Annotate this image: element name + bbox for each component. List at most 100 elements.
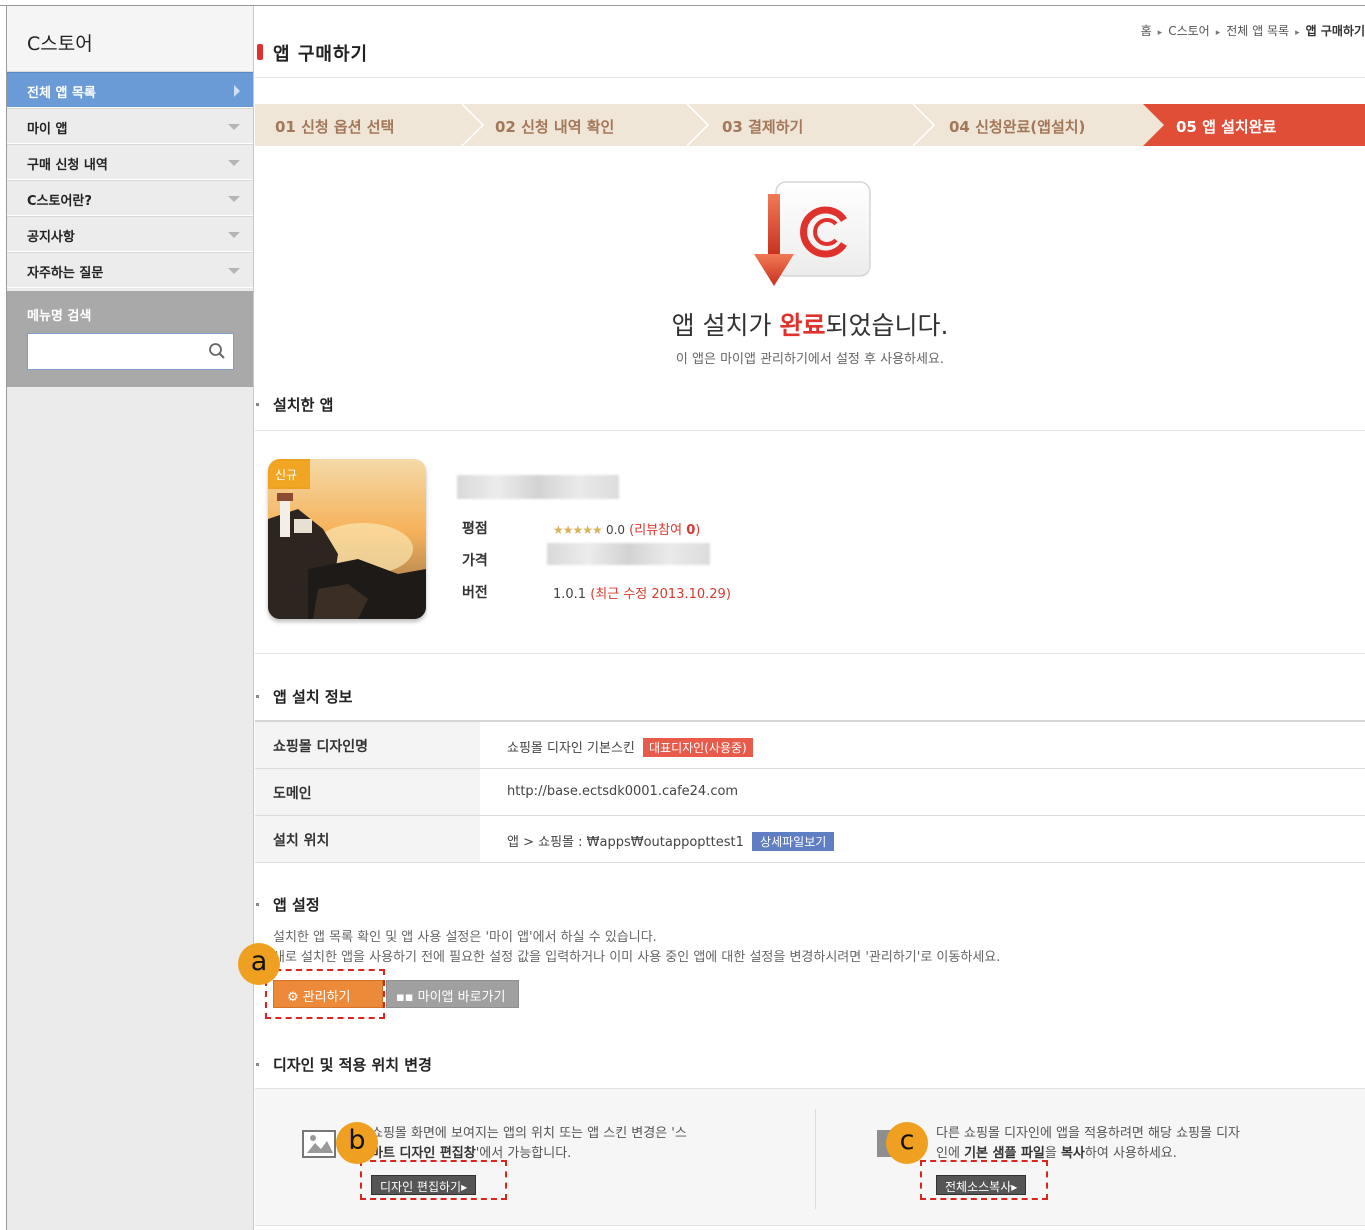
panel-divider	[815, 1109, 816, 1209]
breadcrumb: 홈 ▸ C스토어 ▸ 전체 앱 목록 ▸ 앱 구매하기	[1141, 22, 1365, 39]
step-2: 02 신청 내역 확인	[495, 118, 615, 136]
source-copy-text-pre: 인에	[936, 1146, 965, 1161]
view-file-detail-button[interactable]: 상세파일보기	[752, 832, 835, 851]
breadcrumb-home[interactable]: 홈	[1141, 24, 1152, 38]
chevron-down-icon	[228, 232, 240, 238]
section-app-settings: 앱 설정	[256, 896, 320, 914]
main-content: 앱 구매하기 홈 ▸ C스토어 ▸ 전체 앱 목록 ▸ 앱 구매하기 01 신청 옵션 선택…	[238, 6, 1365, 1230]
status-badge: 대표디자인(사용중)	[643, 738, 753, 757]
annotation-badge-a: a	[238, 943, 280, 985]
review-count-link[interactable]: (리뷰참여 0)	[629, 523, 700, 538]
breadcrumb-current: 앱 구매하기	[1305, 24, 1365, 38]
sidebar-item-notice[interactable]: 공지사항	[7, 216, 253, 252]
sidebar-item-label: 마이 앱	[27, 122, 68, 137]
rating-stars-icon: ★★★★★	[553, 523, 603, 537]
settings-desc-line1: 설치한 앱 목록 확인 및 앱 사용 설정은 '마이 앱'에서 하실 수 있습니…	[273, 930, 657, 945]
design-change-panel: 쇼핑몰 화면에 보여지는 앱의 위치 또는 앱 스킨 변경은 '스 마트 디자인…	[255, 1088, 1365, 1226]
title-marker	[257, 44, 263, 60]
sidebar-item-faq[interactable]: 자주하는 질문	[7, 252, 253, 288]
source-copy-text-line1: 다른 쇼핑몰 디자인에 앱을 적용하려면 해당 쇼핑몰 디자	[936, 1126, 1241, 1141]
sidebar-item-label: C스토어란?	[27, 194, 92, 209]
breadcrumb-all-apps[interactable]: 전체 앱 목록	[1226, 24, 1289, 38]
price-label: 가격	[462, 553, 488, 569]
sidebar-item-label: 자주하는 질문	[27, 266, 104, 281]
install-info-table: 쇼핑몰 디자인명 쇼핑몰 디자인 기본스킨 대표디자인(사용중) 도메인 htt…	[255, 720, 1365, 863]
design-edit-text: 쇼핑몰 화면에 보여지는 앱의 위치 또는 앱 스킨 변경은 '스 마트 디자인…	[371, 1124, 687, 1164]
highlight-box-a	[265, 969, 385, 1019]
settings-description: 설치한 앱 목록 확인 및 앱 사용 설정은 '마이 앱'에서 하실 수 있습니…	[273, 928, 1000, 968]
grid-icon: ▪▪	[396, 990, 414, 1005]
new-badge: 신규	[270, 461, 310, 487]
source-copy-text-bold2: 복사	[1060, 1146, 1085, 1161]
myapp-button-label: 마이앱 바로가기	[417, 990, 506, 1005]
version-updated: (최근 수정 2013.10.29)	[590, 587, 731, 602]
step-5-current: 05 앱 설치완료	[1176, 118, 1277, 136]
divider	[255, 653, 1365, 654]
source-copy-text: 다른 쇼핑몰 디자인에 앱을 적용하려면 해당 쇼핑몰 디자 인에 기본 샘플 …	[936, 1124, 1240, 1164]
row-value: 쇼핑몰 디자인 기본스킨 대표디자인(사용중)	[507, 737, 753, 757]
step-4: 04 신청완료(앱설치)	[949, 118, 1086, 136]
annotation-badge-c: c	[886, 1122, 928, 1164]
design-edit-text-bold: 마트 디자인 편집창	[371, 1146, 476, 1161]
install-complete-icon	[754, 181, 871, 286]
sidebar-item-label: 구매 신청 내역	[27, 158, 108, 173]
table-row: 설치 위치 앱 > 쇼핑몰 : ₩apps₩outappopttest1 상세파…	[255, 816, 1365, 863]
sidebar-title[interactable]: C스토어	[7, 6, 253, 72]
sidebar: C스토어 전체 앱 목록 마이 앱 구매 신청 내역 C스토어란? 공지사항 자…	[7, 6, 254, 1230]
section-design-change: 디자인 및 적용 위치 변경	[256, 1056, 432, 1074]
rating-number: 0.0	[605, 523, 626, 537]
app-thumbnail[interactable]: 신규	[268, 459, 426, 619]
chevron-down-icon	[228, 268, 240, 274]
row-label: 도메인	[255, 769, 480, 815]
chevron-down-icon	[228, 124, 240, 130]
highlight-box-b	[360, 1160, 507, 1200]
menu-search-label: 메뉴명 검색	[27, 309, 92, 324]
chevron-down-icon	[228, 160, 240, 166]
review-close: )	[695, 523, 701, 538]
purchase-steps: 01 신청 옵션 선택 02 신청 내역 확인 03 결제하기 04 신청완료(…	[255, 104, 1365, 146]
version-value: 1.0.1 (최근 수정 2013.10.29)	[553, 583, 731, 602]
page-title: 앱 구매하기	[273, 44, 369, 65]
install-path: 앱 > 쇼핑몰 : ₩apps₩outappopttest1	[507, 835, 744, 850]
breadcrumb-separator-icon: ▸	[1295, 28, 1300, 38]
design-edit-text-rest: '에서 가능합니다.	[475, 1146, 572, 1161]
sidebar-item-all-apps[interactable]: 전체 앱 목록	[7, 72, 253, 108]
sidebar-item-about[interactable]: C스토어란?	[7, 180, 253, 216]
breadcrumb-cstore[interactable]: C스토어	[1168, 24, 1210, 38]
complete-title: 앱 설치가 완료되었습니다.	[255, 306, 1365, 342]
complete-subtitle: 이 앱은 마이앱 관리하기에서 설정 후 사용하세요.	[675, 352, 945, 367]
design-name: 쇼핑몰 디자인 기본스킨	[507, 741, 635, 756]
row-label: 쇼핑몰 디자인명	[255, 722, 480, 768]
section-installed-app: 설치한 앱	[255, 396, 334, 414]
menu-search-input[interactable]	[28, 334, 198, 368]
breadcrumb-separator-icon: ▸	[1157, 28, 1163, 38]
complete-title-post: 되었습니다.	[825, 311, 949, 340]
row-value: 앱 > 쇼핑몰 : ₩apps₩outappopttest1 상세파일보기	[507, 831, 835, 851]
table-row: 쇼핑몰 디자인명 쇼핑몰 디자인 기본스킨 대표디자인(사용중)	[255, 722, 1365, 769]
version-number: 1.0.1	[553, 587, 587, 602]
design-edit-text-line1: 쇼핑몰 화면에 보여지는 앱의 위치 또는 앱 스킨 변경은 '스	[371, 1126, 687, 1141]
source-copy-text-bold: 기본 샘플 파일	[964, 1146, 1045, 1161]
go-to-myapp-button[interactable]: ▪▪ 마이앱 바로가기	[386, 980, 519, 1008]
sidebar-item-my-app[interactable]: 마이 앱	[7, 108, 253, 144]
source-copy-text-rest: 하여 사용하세요.	[1084, 1146, 1177, 1161]
app-name-redacted	[457, 475, 619, 499]
search-icon[interactable]	[208, 342, 226, 360]
sidebar-item-purchase-history[interactable]: 구매 신청 내역	[7, 144, 253, 180]
version-label: 버전	[462, 585, 488, 601]
divider	[255, 430, 1365, 431]
chevron-right-icon	[234, 85, 240, 97]
page-header: 앱 구매하기	[255, 36, 1365, 78]
section-install-info: 앱 설치 정보	[255, 688, 353, 706]
price-redacted	[547, 543, 710, 565]
row-label: 설치 위치	[255, 816, 480, 862]
rating-label: 평점	[462, 521, 488, 537]
image-edit-icon	[302, 1130, 336, 1158]
highlight-box-c	[920, 1160, 1048, 1200]
sidebar-item-label: 전체 앱 목록	[27, 86, 96, 101]
chevron-down-icon	[228, 196, 240, 202]
table-row: 도메인 http://base.ectsdk0001.cafe24.com	[255, 769, 1365, 816]
menu-search-panel: 메뉴명 검색	[7, 291, 253, 387]
step-3: 03 결제하기	[722, 118, 804, 136]
breadcrumb-separator-icon: ▸	[1215, 28, 1221, 38]
